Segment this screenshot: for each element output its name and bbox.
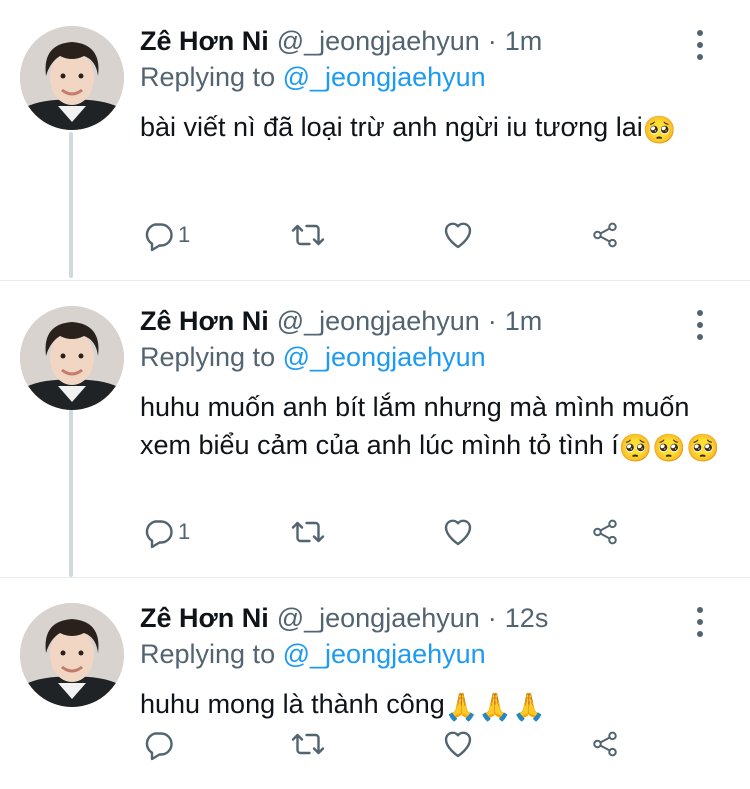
more-options-icon[interactable] (690, 310, 710, 340)
folded-hands-emoji: 🙏 (478, 692, 512, 722)
pleading-face-emoji: 🥺 (642, 115, 677, 145)
retweet-button[interactable] (290, 724, 440, 764)
separator: · (487, 26, 497, 56)
like-button[interactable] (440, 512, 590, 552)
more-options-icon[interactable] (690, 607, 710, 637)
heart-icon (444, 222, 472, 249)
author-handle[interactable]: @_jeongjaehyun (277, 306, 480, 337)
retweet-icon (291, 224, 325, 246)
share-button[interactable] (590, 215, 620, 255)
share-icon (593, 731, 617, 757)
timestamp[interactable]: 12s (505, 603, 549, 634)
heart-icon (444, 519, 472, 546)
reply-count: 1 (178, 519, 191, 544)
pleading-face-emoji: 🥺 (652, 433, 686, 463)
avatar-image (20, 603, 124, 707)
like-button[interactable] (440, 215, 590, 255)
tweet-text: bài viết nì đã loại trừ anh ngừi iu tươn… (140, 108, 720, 149)
avatar[interactable] (20, 26, 124, 130)
author-name[interactable]: Zê Hơn Ni (140, 306, 269, 337)
tweet-actions: 1 (140, 512, 620, 552)
author-handle[interactable]: @_jeongjaehyun (277, 26, 480, 57)
author-handle[interactable]: @_jeongjaehyun (277, 603, 480, 634)
tweet-text: huhu mong là thành công🙏🙏🙏 (140, 685, 720, 726)
replying-to: Replying to @_jeongjaehyun (140, 639, 720, 673)
reply-button[interactable]: 1 (140, 215, 290, 255)
replying-to-mention[interactable]: @_jeongjaehyun (283, 342, 486, 372)
replying-to-label: Replying to (140, 342, 276, 372)
separator: · (487, 306, 497, 336)
author-name[interactable]: Zê Hơn Ni (140, 603, 269, 634)
avatar[interactable] (20, 603, 124, 707)
retweet-icon (291, 521, 325, 543)
tweet[interactable]: Zê Hơn Ni @_jeongjaehyun · 1m Replying t… (0, 0, 750, 280)
author-name[interactable]: Zê Hơn Ni (140, 26, 269, 57)
tweet-text-body: huhu mong là thành công (140, 689, 445, 719)
share-icon (593, 222, 617, 248)
tweet[interactable]: Zê Hơn Ni @_jeongjaehyun · 12s Replying … (0, 577, 750, 789)
tweet[interactable]: Zê Hơn Ni @_jeongjaehyun · 1m Replying t… (0, 280, 750, 577)
reply-icon (145, 223, 173, 252)
reply-button[interactable]: 1 (140, 512, 290, 552)
share-icon (593, 519, 617, 545)
retweet-icon (291, 733, 325, 755)
separator: · (487, 603, 497, 633)
replying-to-label: Replying to (140, 639, 276, 669)
pleading-face-emoji: 🥺 (686, 433, 720, 463)
replying-to: Replying to @_jeongjaehyun (140, 342, 720, 376)
timestamp[interactable]: 1m (505, 26, 543, 57)
tweet-text-body: huhu muốn anh bít lắm nhưng mà mình muốn… (140, 392, 690, 460)
tweet-actions: 1 (140, 215, 620, 255)
like-button[interactable] (440, 724, 590, 764)
avatar-image (20, 26, 124, 130)
folded-hands-emoji: 🙏 (512, 692, 546, 722)
reply-icon (145, 732, 173, 761)
tweet-text: huhu muốn anh bít lắm nhưng mà mình muốn… (140, 388, 720, 467)
replying-to-mention[interactable]: @_jeongjaehyun (283, 639, 486, 669)
replying-to-label: Replying to (140, 62, 276, 92)
reply-button[interactable] (140, 724, 290, 764)
share-button[interactable] (590, 724, 620, 764)
reply-count: 1 (178, 222, 191, 247)
timestamp[interactable]: 1m (505, 306, 543, 337)
retweet-button[interactable] (290, 512, 440, 552)
folded-hands-emoji: 🙏 (444, 692, 479, 722)
pleading-face-emoji: 🥺 (618, 433, 653, 463)
retweet-button[interactable] (290, 215, 440, 255)
tweet-text-body: bài viết nì đã loại trừ anh ngừi iu tươn… (140, 112, 643, 142)
avatar-image (20, 306, 124, 410)
heart-icon (444, 731, 472, 758)
avatar[interactable] (20, 306, 124, 410)
timeline: Zê Hơn Ni @_jeongjaehyun · 1m Replying t… (0, 0, 750, 789)
replying-to-mention[interactable]: @_jeongjaehyun (283, 62, 486, 92)
more-options-icon[interactable] (690, 30, 710, 60)
tweet-actions (140, 724, 620, 764)
reply-icon (145, 520, 173, 549)
replying-to: Replying to @_jeongjaehyun (140, 62, 720, 96)
share-button[interactable] (590, 512, 620, 552)
